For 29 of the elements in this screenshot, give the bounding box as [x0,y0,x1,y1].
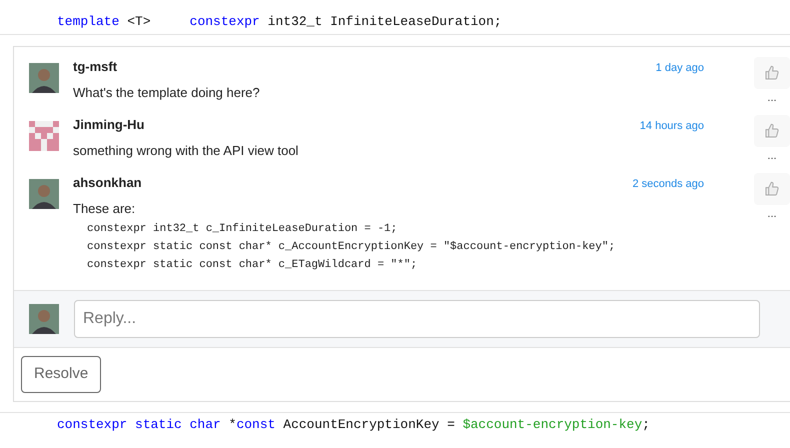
author-name: ahsonkhan [73,174,142,192]
comment-text: something wrong with the API view tool [73,142,300,160]
avatar-icon [29,121,59,151]
code-line: constexpr static const char* c_AccountEncryptionKey = "$account-encryption-key"; [87,240,616,255]
timestamp-link[interactable]: 14 hours ago [640,118,704,134]
code-line: template <T> constexpr int32_t InfiniteLeaseDuration; [56,13,503,31]
timestamp-link[interactable]: 1 day ago [656,60,704,76]
comment-text: What's the template doing here? [73,84,261,102]
more-button[interactable]: ... [767,93,777,103]
more-button[interactable]: ... [767,151,777,161]
author-name: Jinming-Hu [73,116,144,134]
reply-field[interactable]: Reply... [74,300,760,338]
avatar-icon [29,304,59,334]
avatar-icon [29,179,59,209]
resolve-button[interactable]: Resolve [21,356,102,393]
thumbs-up-icon [764,181,780,197]
thumbs-up-icon [764,123,780,139]
thumbs-up-icon [764,65,780,81]
like-button[interactable] [754,57,790,89]
code-line: constexpr static const char* c_ETagWildcard = "*"; [87,258,418,273]
more-button[interactable]: ... [767,209,777,219]
like-button[interactable] [754,173,790,205]
code-line: constexpr static char *const AccountEncryptionKey = $account-encryption-key; [56,416,651,434]
author-name: tg-msft [73,58,118,76]
timestamp-link[interactable]: 2 seconds ago [632,176,704,192]
like-button[interactable] [754,115,790,147]
code-line: constexpr int32_t c_InfiniteLeaseDuration = -1; [87,222,398,237]
avatar-icon [29,63,59,93]
comment-text: These are: [73,200,136,218]
